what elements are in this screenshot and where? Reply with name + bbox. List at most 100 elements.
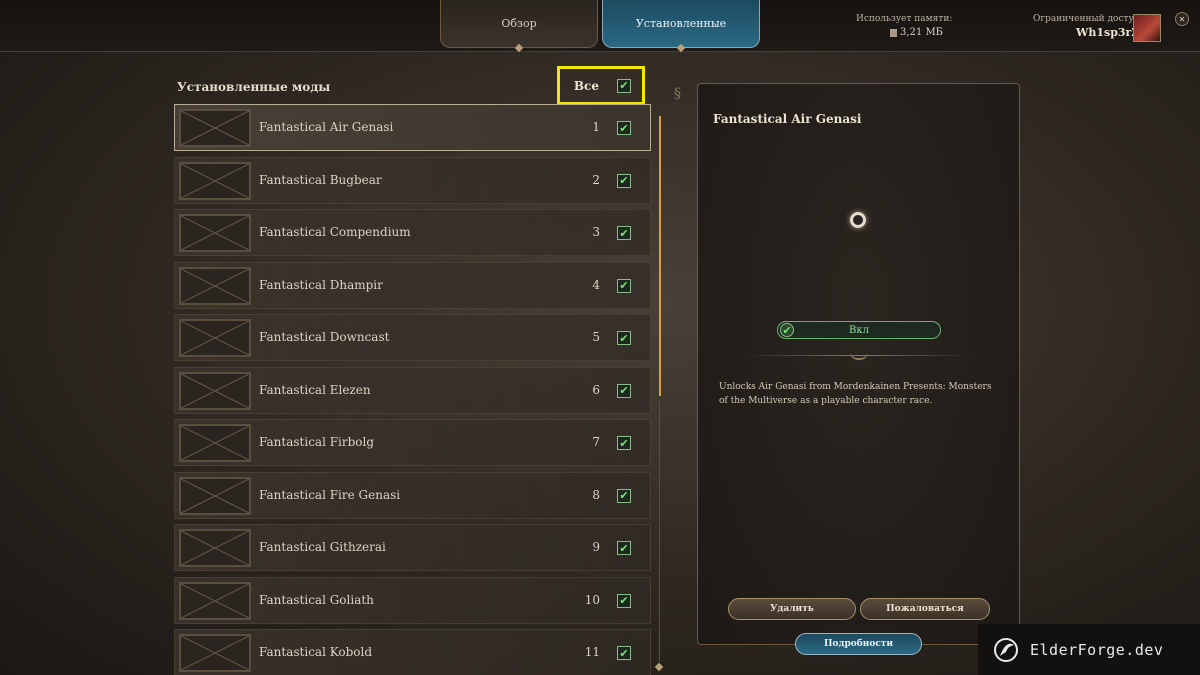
mod-name: Fantastical Compendium [259,225,411,239]
mod-thumbnail-placeholder-icon [179,266,251,305]
mod-name: Fantastical Air Genasi [259,120,394,134]
select-all-checkbox[interactable]: ✔ [617,78,631,93]
mod-row[interactable]: Fantastical Fire Genasi 8 ✔ [174,471,651,519]
mod-enabled-checkbox[interactable]: ✔ [617,646,631,660]
mod-enabled-checkbox[interactable]: ✔ [617,436,631,450]
report-button[interactable]: Пожаловаться [860,598,990,620]
storage-icon [890,28,897,37]
mod-load-order: 2 [592,172,600,187]
tab-overview-label: Обзор [501,17,537,30]
scroll-end-icon [654,662,664,672]
checkmark-icon: ✔ [619,226,629,240]
mod-name: Fantastical Fire Genasi [259,487,401,502]
mod-thumbnail-placeholder-icon [179,634,251,672]
watermark-logo-icon [994,637,1018,662]
checkmark-icon: ✔ [619,384,629,397]
mod-thumbnail-placeholder-icon [179,161,251,200]
checkmark-icon: ✔ [619,174,629,187]
memory-usage: 3,21 МБ [890,27,943,38]
watermark-text: ElderForge.dev [1030,640,1164,659]
avatar[interactable] [1133,14,1161,42]
loading-spinner-icon [850,212,866,228]
checkmark-icon: ✔ [619,79,629,92]
mod-detail-title: Fantastical Air Genasi [713,112,862,126]
mod-thumbnail-placeholder-icon [179,109,251,147]
close-button[interactable]: ✕ [1175,12,1189,26]
mod-row[interactable]: Fantastical Downcast 5 ✔ [174,314,651,361]
mod-enabled-checkbox[interactable]: ✔ [617,226,631,240]
mod-thumbnail-placeholder-icon [179,371,251,410]
checkmark-icon: ✔ [619,646,629,660]
checkmark-icon: ✔ [619,121,629,135]
mod-load-order: 8 [592,487,600,502]
mod-list: Fantastical Air Genasi 1 ✔ Fantastical Bugb… [174,104,651,675]
mod-enabled-checkbox[interactable]: ✔ [617,593,631,608]
mod-enabled-checkbox[interactable]: ✔ [617,121,631,135]
mod-row[interactable]: Fantastical Firbolg 7 ✔ [174,419,651,466]
top-bar: Обзор Установленные Использует памяти: 3… [0,0,1200,53]
checkmark-icon: ✔ [619,594,629,607]
tab-installed-label: Установленные [635,17,727,30]
mod-enabled-checkbox[interactable]: ✔ [617,278,631,293]
mod-thumbnail-placeholder-icon [179,319,251,357]
mod-name: Fantastical Firbolg [259,435,375,449]
mod-load-order: 11 [584,645,600,659]
mod-thumbnail-placeholder-icon [179,581,251,620]
close-icon: ✕ [1178,14,1186,24]
enable-toggle[interactable]: ✔ Вкл [777,321,941,339]
mod-thumbnail-placeholder-icon [179,529,251,567]
select-all-label: Все [573,78,599,93]
mod-enabled-checkbox[interactable]: ✔ [617,173,631,188]
memory-label: Использует памяти: [856,14,953,24]
delete-button[interactable]: Удалить [728,598,856,620]
mod-detail-panel: Fantastical Air Genasi ✔ Вкл Unlocks Air… [697,83,1020,645]
mod-row[interactable]: Fantastical Dhampir 4 ✔ [174,261,651,309]
tab-overview[interactable]: Обзор [440,0,598,53]
mod-name: Fantastical Kobold [259,645,373,659]
mod-load-order: 1 [592,120,600,134]
mod-row[interactable]: Fantastical Compendium 3 ✔ [174,209,651,256]
scrollbar-track[interactable] [659,400,660,662]
mod-enabled-checkbox[interactable]: ✔ [617,488,631,503]
mod-row[interactable]: Fantastical Githzerai 9 ✔ [174,524,651,571]
mod-enabled-checkbox[interactable]: ✔ [617,331,631,345]
enable-toggle-label: Вкл [849,324,869,336]
mod-name: Fantastical Downcast [259,330,390,344]
scrollbar-thumb[interactable] [659,116,661,396]
mod-thumbnail-placeholder-icon [179,476,251,515]
mod-name: Fantastical Bugbear [259,172,382,187]
mod-description: Unlocks Air Genasi from Mordenkainen Pre… [719,382,992,406]
checkmark-icon: ✔ [619,331,629,345]
mod-enabled-checkbox[interactable]: ✔ [617,541,631,555]
mod-name: Fantastical Githzerai [259,540,386,554]
select-all-toggle[interactable]: Все ✔ [557,66,645,105]
watermark: ElderForge.dev [978,624,1200,675]
mod-load-order: 7 [592,435,600,449]
mod-row[interactable]: Fantastical Kobold 11 ✔ [174,629,651,675]
mod-load-order: 4 [592,277,600,292]
username: Wh1sp3rZ [1076,26,1140,39]
mod-name: Fantastical Goliath [259,592,374,607]
tab-pin-icon [514,43,524,53]
mod-enabled-checkbox[interactable]: ✔ [617,383,631,398]
checkmark-icon: ✔ [619,436,629,450]
mod-name: Fantastical Dhampir [259,277,383,292]
mod-row[interactable]: Fantastical Air Genasi 1 ✔ [174,104,651,151]
checkmark-icon: ✔ [619,541,629,555]
mod-load-order: 6 [592,382,600,397]
divider-ornament-icon [850,352,868,360]
mod-row[interactable]: Fantastical Bugbear 2 ✔ [174,156,651,204]
memory-value: 3,21 МБ [900,27,944,38]
mod-load-order: 3 [592,225,600,239]
checkmark-icon: ✔ [619,489,629,502]
tab-installed[interactable]: Установленные [602,0,760,53]
toggle-check-icon: ✔ [780,323,794,337]
scroll-ornament-icon: § [674,86,681,102]
tab-pin-icon [676,43,686,53]
mod-row[interactable]: Fantastical Elezen 6 ✔ [174,366,651,414]
checkmark-icon: ✔ [619,279,629,292]
details-button[interactable]: Подробности [795,633,922,655]
mod-row[interactable]: Fantastical Goliath 10 ✔ [174,576,651,624]
mod-load-order: 10 [584,592,600,607]
mod-thumbnail-placeholder-icon [179,214,251,252]
